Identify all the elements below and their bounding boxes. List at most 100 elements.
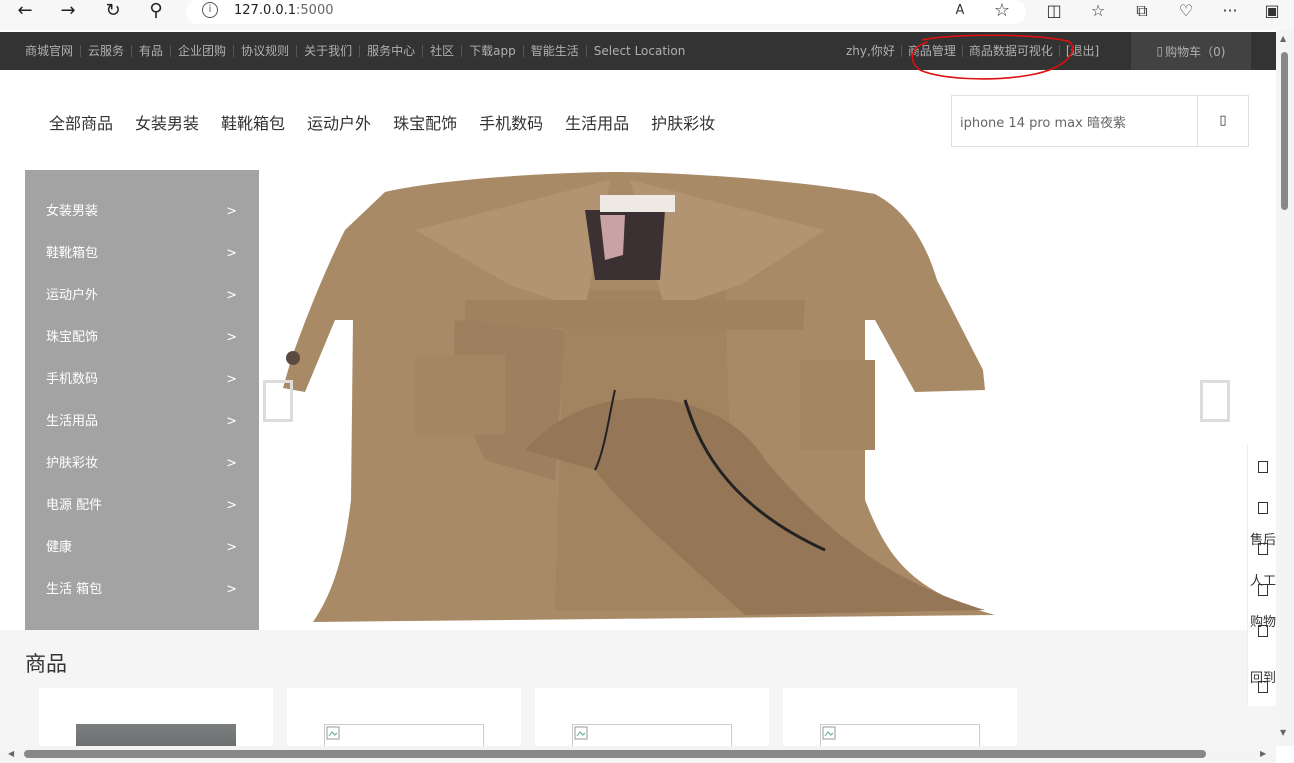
cart-button[interactable]: ▯ 购物车（0) <box>1131 32 1251 70</box>
product-card[interactable] <box>39 688 273 748</box>
scroll-right-icon[interactable]: ▶ <box>1260 749 1266 758</box>
topbar-link[interactable]: 服务中心 <box>360 45 424 57</box>
product-image[interactable] <box>76 724 236 748</box>
category-item[interactable]: 健康 > <box>25 527 259 569</box>
vertical-scroll-thumb[interactable] <box>1281 52 1288 210</box>
nav-item[interactable]: 护肤彩妆 <box>651 110 715 134</box>
reload-icon[interactable]: ↻ <box>97 0 129 22</box>
category-label: 运动户外 <box>46 288 99 303</box>
topbar-link[interactable]: 智能生活 <box>524 45 587 57</box>
product-manage-link[interactable]: 商品管理 <box>902 45 963 57</box>
forward-icon[interactable]: → <box>52 0 84 22</box>
search-box: ▯ <box>951 95 1249 147</box>
vertical-scrollbar[interactable]: ▲ ▼ <box>1276 30 1294 746</box>
banner-coat-image <box>283 172 995 622</box>
address-bar[interactable]: i 127.0.0.1:5000 A ☆ <box>186 0 1026 24</box>
topbar-link[interactable]: 有品 <box>132 45 172 57</box>
service-icon[interactable] <box>1258 502 1268 514</box>
nav-item[interactable]: 生活用品 <box>565 110 629 134</box>
category-menu: 女装男装 > 鞋靴箱包 > 运动户外 > 珠宝配饰 > 手机数码 > 生活用品 > 护肤彩妆… <box>25 170 259 630</box>
topbar-link[interactable]: 协议规则 <box>234 45 298 57</box>
category-item[interactable]: 生活 箱包 > <box>25 569 259 611</box>
cart-label: 购物车（0) <box>1165 44 1226 59</box>
search-input[interactable] <box>952 96 1198 146</box>
category-item[interactable]: 运动户外 > <box>25 275 259 317</box>
collections-icon[interactable]: ⧉ <box>1128 0 1156 22</box>
nav-item[interactable]: 手机数码 <box>479 110 543 134</box>
list-icon[interactable] <box>1258 625 1268 637</box>
chevron-right-icon: > <box>226 540 237 555</box>
search-button[interactable]: ▯ <box>1198 96 1248 146</box>
category-item[interactable]: 女装男装 > <box>25 191 259 233</box>
category-label: 珠宝配饰 <box>46 330 99 345</box>
main-nav: 全部商品 女装男装 鞋靴箱包 运动户外 珠宝配饰 手机数码 生活用品 护肤彩妆 <box>38 110 726 134</box>
url-port: :5000 <box>296 3 334 18</box>
browser-essentials-icon[interactable]: ♡ <box>1172 0 1200 22</box>
chevron-right-icon: > <box>226 246 237 261</box>
search-icon[interactable]: ⚲ <box>140 0 172 22</box>
topbar-link[interactable]: 社区 <box>423 45 463 57</box>
scroll-up-icon[interactable]: ▲ <box>1280 34 1286 43</box>
split-screen-icon[interactable]: ◫ <box>1040 0 1068 22</box>
product-visualize-link[interactable]: 商品数据可视化 <box>963 45 1060 57</box>
nav-item[interactable]: 全部商品 <box>49 110 113 134</box>
product-card[interactable] <box>287 688 521 748</box>
url-text[interactable]: 127.0.0.1:5000 <box>234 3 334 18</box>
more-menu-icon[interactable]: ··· <box>1216 0 1244 22</box>
broken-image-icon <box>574 726 588 740</box>
category-label: 女装男装 <box>46 204 99 219</box>
support-icon[interactable] <box>1258 543 1268 555</box>
topbar-link[interactable]: 企业团购 <box>171 45 235 57</box>
category-item[interactable]: 鞋靴箱包 > <box>25 233 259 275</box>
favorites-icon[interactable]: ☆ <box>1084 0 1112 22</box>
category-item[interactable]: 护肤彩妆 > <box>25 443 259 485</box>
carousel-prev-icon[interactable] <box>263 380 293 422</box>
category-label: 健康 <box>46 540 73 555</box>
scroll-left-icon[interactable]: ◀ <box>8 749 14 758</box>
favorite-star-icon[interactable]: ☆ <box>988 0 1016 22</box>
category-item[interactable]: 手机数码 > <box>25 359 259 401</box>
phone-icon[interactable] <box>1258 461 1268 473</box>
chevron-right-icon: > <box>226 414 237 429</box>
user-links: zhy,你好 商品管理 商品数据可视化 [退出] <box>840 32 1105 70</box>
chevron-right-icon: > <box>226 204 237 219</box>
category-label: 生活用品 <box>46 414 99 429</box>
horizontal-scroll-thumb[interactable] <box>24 750 1206 758</box>
category-item[interactable]: 珠宝配饰 > <box>25 317 259 359</box>
nav-item[interactable]: 运动户外 <box>307 110 371 134</box>
cart-icon: ▯ <box>1156 44 1164 58</box>
product-image[interactable] <box>820 724 980 748</box>
cart-side-icon[interactable] <box>1258 584 1268 596</box>
site-info-icon[interactable]: i <box>202 2 218 18</box>
read-aloud-icon[interactable]: A <box>946 0 974 22</box>
sidebar-toggle-icon[interactable]: ▣ <box>1258 0 1286 22</box>
scroll-down-icon[interactable]: ▼ <box>1280 728 1286 737</box>
nav-item[interactable]: 女装男装 <box>135 110 199 134</box>
product-card[interactable] <box>535 688 769 748</box>
nav-item[interactable]: 鞋靴箱包 <box>221 110 285 134</box>
category-item[interactable]: 电源 配件 > <box>25 485 259 527</box>
arrow-up-icon[interactable] <box>1258 681 1268 693</box>
horizontal-scrollbar[interactable]: ◀ ▶ <box>0 746 1276 763</box>
banner-carousel[interactable]: 女装男装 > 鞋靴箱包 > 运动户外 > 珠宝配饰 > 手机数码 > 生活用品 > 护肤彩妆… <box>25 170 1251 630</box>
category-item[interactable]: 生活用品 > <box>25 401 259 443</box>
topbar-link-location[interactable]: Select Location <box>587 45 693 57</box>
chevron-right-icon: > <box>226 582 237 597</box>
category-label: 电源 配件 <box>46 498 103 513</box>
chevron-right-icon: > <box>226 288 237 303</box>
user-greeting[interactable]: zhy,你好 <box>840 45 902 57</box>
url-host: 127.0.0.1 <box>234 3 297 18</box>
chevron-right-icon: > <box>226 372 237 387</box>
logout-link[interactable]: [退出] <box>1060 45 1105 57</box>
product-image[interactable] <box>324 724 484 748</box>
back-icon[interactable]: ← <box>9 0 41 22</box>
topbar-link[interactable]: 下载app <box>462 45 524 57</box>
product-card[interactable] <box>783 688 1017 748</box>
product-image[interactable] <box>572 724 732 748</box>
topbar-link[interactable]: 商城官网 <box>18 45 82 57</box>
topbar-link[interactable]: 云服务 <box>81 45 133 57</box>
carousel-next-icon[interactable] <box>1200 380 1230 422</box>
topbar-links: 商城官网 云服务 有品 企业团购 协议规则 关于我们 服务中心 社区 下载app… <box>18 32 692 70</box>
topbar-link[interactable]: 关于我们 <box>297 45 361 57</box>
nav-item[interactable]: 珠宝配饰 <box>393 110 457 134</box>
